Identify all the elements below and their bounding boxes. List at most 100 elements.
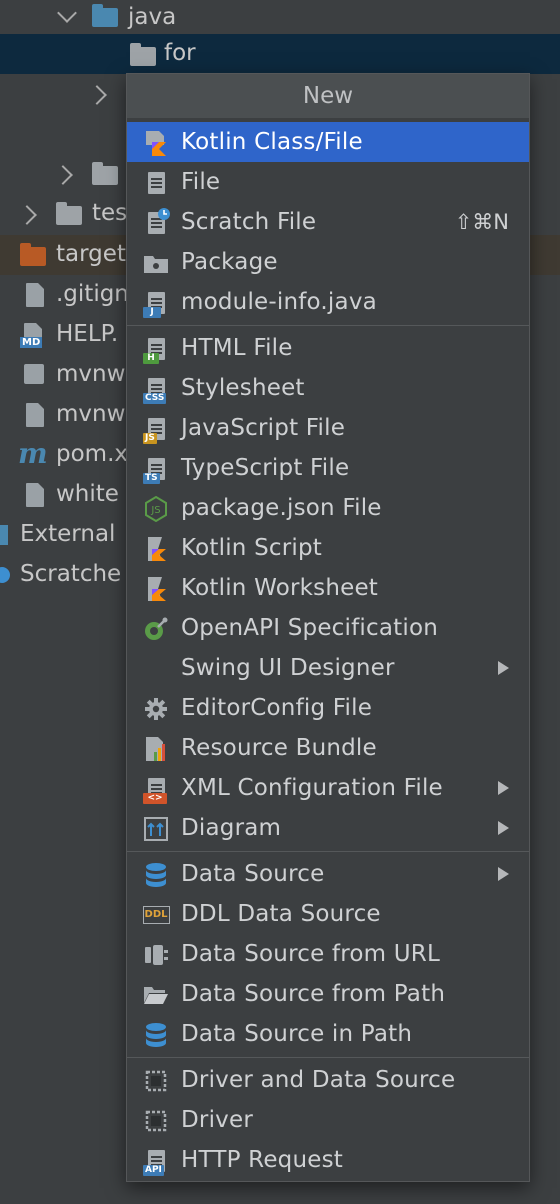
menu-item-html-file[interactable]: H HTML File (127, 328, 529, 368)
file-icon (26, 483, 44, 507)
menu-item-editorconfig[interactable]: EditorConfig File (127, 688, 529, 728)
driver-icon (143, 1068, 169, 1094)
menu-item-typescript-file[interactable]: TS TypeScript File (127, 448, 529, 488)
menu-item-label: Data Source in Path (181, 1021, 413, 1047)
menu-item-label: Scratch File (181, 209, 317, 235)
menu-item-package[interactable]: Package (127, 242, 529, 282)
menu-separator (127, 851, 529, 852)
folder-icon (92, 162, 118, 185)
plug-icon (143, 942, 169, 968)
menu-item-resource-bundle[interactable]: Resource Bundle (127, 728, 529, 768)
menu-item-kotlin-worksheet[interactable]: Kotlin Worksheet (127, 568, 529, 608)
menu-item-swing-ui-designer[interactable]: Swing UI Designer (127, 648, 529, 688)
chevron-down-icon[interactable] (57, 3, 77, 23)
css-file-icon: CSS (143, 376, 169, 404)
tree-row-label: pom.x (56, 441, 128, 467)
database-icon (143, 862, 169, 888)
menu-item-data-source-url[interactable]: Data Source from URL (127, 934, 529, 974)
api-badge: API (143, 1165, 164, 1176)
submenu-arrow-icon (498, 781, 509, 795)
html-file-icon: H (143, 336, 169, 364)
text-file-icon (26, 403, 44, 427)
menu-item-label: Kotlin Worksheet (181, 575, 379, 601)
menu-item-label: Data Source (181, 861, 325, 887)
gitignore-file-icon (26, 283, 44, 307)
java-module-icon: J (143, 290, 169, 318)
chevron-right-icon[interactable] (17, 205, 37, 225)
package-icon (143, 250, 169, 276)
js-file-icon: JS (143, 416, 169, 444)
menu-item-label: Diagram (181, 815, 282, 841)
js-badge: JS (143, 433, 157, 444)
menu-item-data-source-path[interactable]: Data Source from Path (127, 974, 529, 1014)
xml-file-icon: <> (143, 776, 169, 804)
menu-item-label: Kotlin Class/File (181, 129, 363, 155)
scratch-file-icon (143, 208, 170, 236)
library-icon (0, 525, 8, 545)
diagram-icon (143, 816, 169, 842)
folder-icon (92, 4, 118, 27)
menu-item-ddl-data-source[interactable]: DDL DDL Data Source (127, 894, 529, 934)
menu-item-label: Resource Bundle (181, 735, 377, 761)
folder-icon (130, 43, 156, 66)
menu-item-data-source[interactable]: Data Source (127, 854, 529, 894)
menu-item-stylesheet[interactable]: CSS Stylesheet (127, 368, 529, 408)
kotlin-class-icon (143, 130, 169, 156)
submenu-arrow-icon (498, 867, 509, 881)
menu-separator (127, 325, 529, 326)
file-icon (143, 170, 169, 196)
kotlin-script-icon (143, 536, 169, 562)
java-badge: J (143, 307, 161, 318)
menu-item-http-request[interactable]: API HTTP Request (127, 1140, 529, 1180)
chevron-right-icon[interactable] (87, 85, 107, 105)
tree-row-label: for (164, 40, 196, 66)
menu-item-openapi[interactable]: OpenAPI Specification (127, 608, 529, 648)
tree-row-label: tes (92, 200, 128, 226)
maven-icon: m (18, 437, 48, 470)
md-badge: MD (20, 337, 43, 348)
menu-item-label: Kotlin Script (181, 535, 323, 561)
submenu-arrow-icon (498, 821, 509, 835)
database-icon (143, 1022, 169, 1048)
menu-item-label: module-info.java (181, 289, 377, 315)
tree-row-label: Scratche (20, 561, 122, 587)
menu-item-kotlin-class[interactable]: Kotlin Class/File (127, 122, 529, 162)
chevron-right-icon[interactable] (53, 165, 73, 185)
ts-file-icon: TS (143, 456, 169, 484)
menu-item-label: Stylesheet (181, 375, 305, 401)
menu-item-xml-configuration[interactable]: <> XML Configuration File (127, 768, 529, 808)
menu-item-module-info[interactable]: J module-info.java (127, 282, 529, 322)
menu-item-data-source-in-path[interactable]: Data Source in Path (127, 1014, 529, 1054)
tree-row-label: External (20, 521, 116, 547)
menu-item-diagram[interactable]: Diagram (127, 808, 529, 848)
html-badge: H (143, 353, 159, 364)
menu-item-file[interactable]: File (127, 162, 529, 202)
menu-item-label: TypeScript File (181, 455, 350, 481)
xml-badge: <> (143, 793, 167, 804)
menu-separator (127, 1057, 529, 1058)
folder-icon (56, 202, 82, 225)
folder-open-icon (143, 982, 169, 1008)
menu-item-label: HTML File (181, 335, 293, 361)
menu-item-label: Driver (181, 1107, 253, 1133)
tree-row-label: .gitign (56, 281, 129, 307)
menu-item-label: DDL Data Source (181, 901, 381, 927)
tree-row-label: HELP. (56, 321, 119, 347)
menu-item-package-json[interactable]: JS package.json File (127, 488, 529, 528)
menu-item-kotlin-script[interactable]: Kotlin Script (127, 528, 529, 568)
driver-icon (143, 1108, 169, 1134)
openapi-icon (143, 616, 169, 642)
menu-item-scratch-file[interactable]: Scratch File ⇧⌘N (127, 202, 529, 242)
menu-item-label: Swing UI Designer (181, 655, 395, 681)
menu-item-driver-and-data-source[interactable]: Driver and Data Source (127, 1060, 529, 1100)
tree-row-label: white (56, 481, 119, 507)
menu-item-driver[interactable]: Driver (127, 1100, 529, 1140)
menu-item-label: Data Source from Path (181, 981, 446, 1007)
kotlin-worksheet-icon (143, 576, 169, 602)
ddl-badge: DDL (142, 906, 170, 924)
menu-item-label: EditorConfig File (181, 695, 373, 721)
tree-row-for[interactable]: for (0, 34, 560, 74)
menu-item-javascript-file[interactable]: JS JavaScript File (127, 408, 529, 448)
popup-title: New (127, 74, 529, 118)
menu-item-label: XML Configuration File (181, 775, 443, 801)
